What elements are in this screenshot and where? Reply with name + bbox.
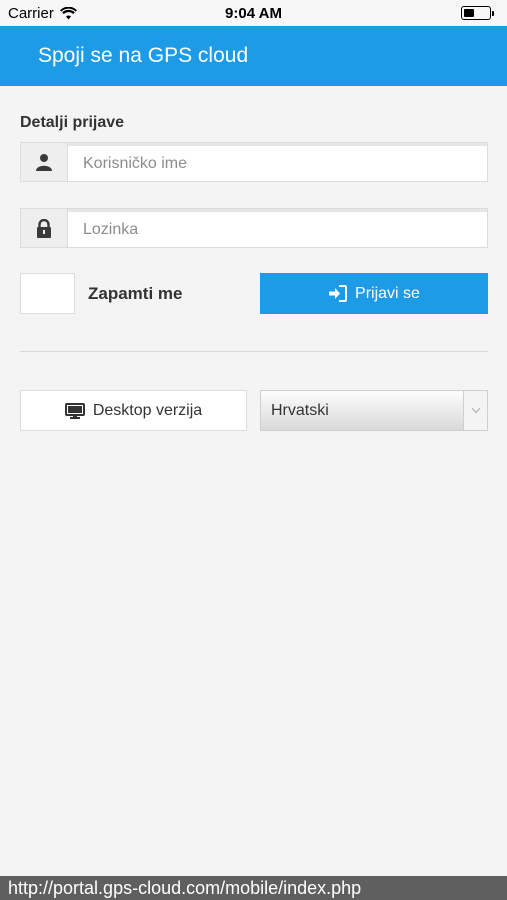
login-section-title: Detalji prijave bbox=[20, 114, 125, 131]
username-group bbox=[20, 142, 488, 182]
monitor-icon bbox=[64, 402, 85, 419]
url-bar: http://portal.gps-cloud.com/mobile/index… bbox=[0, 876, 507, 900]
lock-icon-addon bbox=[21, 209, 68, 247]
desktop-version-label: Desktop verzija bbox=[92, 401, 203, 419]
page-title: Spoji se na GPS cloud bbox=[38, 44, 249, 67]
status-bar: Carrier 9:04 AM bbox=[0, 0, 507, 26]
user-icon bbox=[36, 154, 52, 171]
desktop-version-button[interactable]: Desktop verzija bbox=[20, 390, 247, 431]
carrier-label: Carrier bbox=[8, 4, 54, 22]
battery-icon bbox=[461, 6, 494, 20]
sign-in-icon bbox=[329, 285, 348, 302]
username-input[interactable] bbox=[68, 143, 487, 181]
app-header: Spoji se na GPS cloud bbox=[0, 26, 507, 86]
lock-icon bbox=[37, 218, 51, 238]
battery-level bbox=[464, 9, 474, 17]
login-button[interactable]: Prijavi se bbox=[260, 273, 488, 314]
language-selected-value: Hrvatski bbox=[271, 401, 329, 419]
language-select[interactable]: Hrvatski bbox=[260, 390, 488, 431]
chevron-down-icon bbox=[463, 391, 487, 430]
wifi-icon bbox=[59, 6, 77, 19]
status-left: Carrier bbox=[8, 5, 77, 22]
login-button-label: Prijavi se bbox=[355, 284, 420, 302]
password-input[interactable] bbox=[68, 209, 487, 247]
password-group bbox=[20, 208, 488, 248]
remember-me-label: Zapamti me bbox=[88, 284, 183, 303]
divider bbox=[20, 351, 488, 352]
remember-me-checkbox[interactable] bbox=[20, 273, 75, 314]
user-icon-addon bbox=[21, 143, 68, 181]
